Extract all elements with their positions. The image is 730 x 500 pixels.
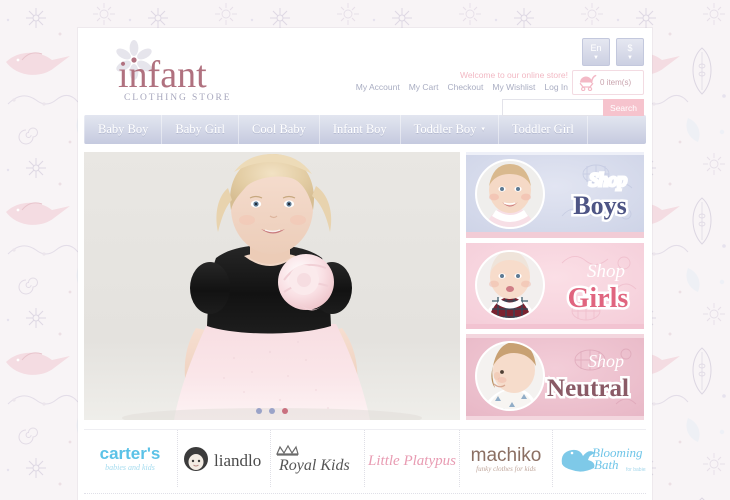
svg-text:Royal Kids: Royal Kids xyxy=(278,457,350,474)
brand-liandlo[interactable]: liandlo xyxy=(178,430,272,487)
site-header: infant CLOTHING STORE En ▼ $ ▼ Welcome t… xyxy=(78,28,652,116)
welcome-message: Welcome to our online store! xyxy=(459,70,568,80)
brand-carters[interactable]: carter's babies and kids xyxy=(84,430,178,487)
mini-cart[interactable]: 0 item(s) xyxy=(572,70,644,95)
svg-text:machiko: machiko xyxy=(471,445,542,466)
brands-divider xyxy=(84,493,646,494)
banner-shop-girls[interactable]: Shop Girls xyxy=(466,243,644,329)
nav-item-cool-baby[interactable]: Cool Baby xyxy=(239,115,320,144)
svg-text:Little Platypus: Little Platypus xyxy=(367,453,456,469)
nav-item-baby-boy[interactable]: Baby Boy xyxy=(84,115,163,144)
main-navigation: Baby Boy Baby Girl Cool Baby Infant Boy … xyxy=(84,115,646,144)
chevron-down-icon: ▼ xyxy=(593,54,599,61)
banner-girls-category-text: Girls xyxy=(568,283,629,314)
search-button[interactable]: Search xyxy=(603,99,644,116)
svg-text:for babies: for babies xyxy=(626,467,646,473)
site-logo[interactable]: infant CLOTHING STORE xyxy=(100,40,300,103)
nav-item-toddler-girl[interactable]: Toddler Girl xyxy=(499,115,588,144)
language-switcher[interactable]: En ▼ xyxy=(582,38,610,66)
slider-dot-3[interactable] xyxy=(282,408,288,414)
link-my-account[interactable]: My Account xyxy=(356,82,400,92)
brand-logos-row: carter's babies and kids liandlo Royal K… xyxy=(84,429,646,487)
svg-text:carter's: carter's xyxy=(100,444,161,463)
nav-label: Toddler Boy xyxy=(413,122,477,136)
brand-royal-kids[interactable]: Royal Kids xyxy=(271,430,365,487)
svg-text:funky clothes for kids: funky clothes for kids xyxy=(476,465,536,473)
nav-label: Toddler Girl xyxy=(511,122,574,136)
logo-wordmark: infant xyxy=(118,54,207,96)
search-input[interactable] xyxy=(502,99,603,116)
nav-item-infant-boy[interactable]: Infant Boy xyxy=(320,115,401,144)
brand-carters-logo: carter's babies and kids xyxy=(100,444,161,472)
svg-text:Bath: Bath xyxy=(594,457,619,472)
banner-girls-shop-text: Shop xyxy=(587,261,625,282)
nav-label: Infant Boy xyxy=(332,122,387,136)
cart-item-count: 0 item(s) xyxy=(600,78,632,87)
svg-text:liandlo: liandlo xyxy=(214,451,261,470)
brand-liandlo-logo: liandlo xyxy=(183,446,261,471)
brand-little-platypus-logo: Little Platypus xyxy=(367,453,456,469)
top-utility-links: My Account My Cart Checkout My Wishlist … xyxy=(356,82,568,92)
brand-blooming-bath-logo: Blooming Bath for babies xyxy=(561,445,646,473)
content-area: Shop Shop Boys Shop Girls Shop Neutral xyxy=(78,144,652,420)
nav-filler xyxy=(588,115,646,144)
hero-slider[interactable] xyxy=(84,152,460,420)
banner-shop-boys[interactable]: Shop Shop Boys xyxy=(466,152,644,238)
svg-text:Shop: Shop xyxy=(589,170,627,191)
promo-banners: Shop Shop Boys Shop Girls Shop Neutral xyxy=(466,152,644,420)
nav-item-toddler-boy[interactable]: Toddler Boy ▾ xyxy=(401,115,499,144)
chevron-down-icon: ▼ xyxy=(627,54,633,61)
slider-dot-1[interactable] xyxy=(256,408,262,414)
currency-switcher[interactable]: $ ▼ xyxy=(616,38,644,66)
nav-item-baby-girl[interactable]: Baby Girl xyxy=(162,115,240,144)
link-my-wishlist[interactable]: My Wishlist xyxy=(492,82,535,92)
search-form: Search xyxy=(502,99,644,116)
language-switcher-label: En xyxy=(590,42,602,53)
link-my-cart[interactable]: My Cart xyxy=(409,82,439,92)
brand-blooming-bath[interactable]: Blooming Bath for babies xyxy=(553,430,646,487)
banner-boys-category-text: Boys xyxy=(573,191,626,220)
nav-label: Baby Girl xyxy=(175,122,226,136)
banner-neutral-art: Shop Neutral xyxy=(466,334,644,420)
locale-switchers: En ▼ $ ▼ xyxy=(582,38,644,66)
banner-neutral-shop-text: Shop xyxy=(588,351,624,371)
hero-photo xyxy=(84,152,460,420)
slider-dots xyxy=(84,408,460,414)
slider-dot-2[interactable] xyxy=(269,408,275,414)
banner-girls-art: Shop Girls xyxy=(466,243,644,329)
svg-text:babies and kids: babies and kids xyxy=(105,463,155,472)
banner-neutral-category-text: Neutral xyxy=(547,375,629,402)
store-page: infant CLOTHING STORE En ▼ $ ▼ Welcome t… xyxy=(78,28,652,500)
brand-royal-kids-logo: Royal Kids xyxy=(276,444,350,474)
brand-little-platypus[interactable]: Little Platypus xyxy=(365,430,460,487)
link-log-in[interactable]: Log In xyxy=(544,82,568,92)
nav-label: Baby Boy xyxy=(98,122,149,136)
logo-tagline: CLOTHING STORE xyxy=(124,93,232,103)
brand-machiko-logo: machiko funky clothes for kids xyxy=(471,445,542,473)
chevron-down-icon: ▾ xyxy=(481,125,485,133)
banner-boys-art: Shop Shop Boys xyxy=(466,152,644,238)
nav-label: Cool Baby xyxy=(252,122,306,136)
brand-machiko[interactable]: machiko funky clothes for kids xyxy=(460,430,554,487)
currency-switcher-label: $ xyxy=(627,42,633,53)
link-checkout[interactable]: Checkout xyxy=(447,82,483,92)
banner-shop-neutral[interactable]: Shop Neutral xyxy=(466,334,644,420)
stroller-icon xyxy=(579,74,597,91)
